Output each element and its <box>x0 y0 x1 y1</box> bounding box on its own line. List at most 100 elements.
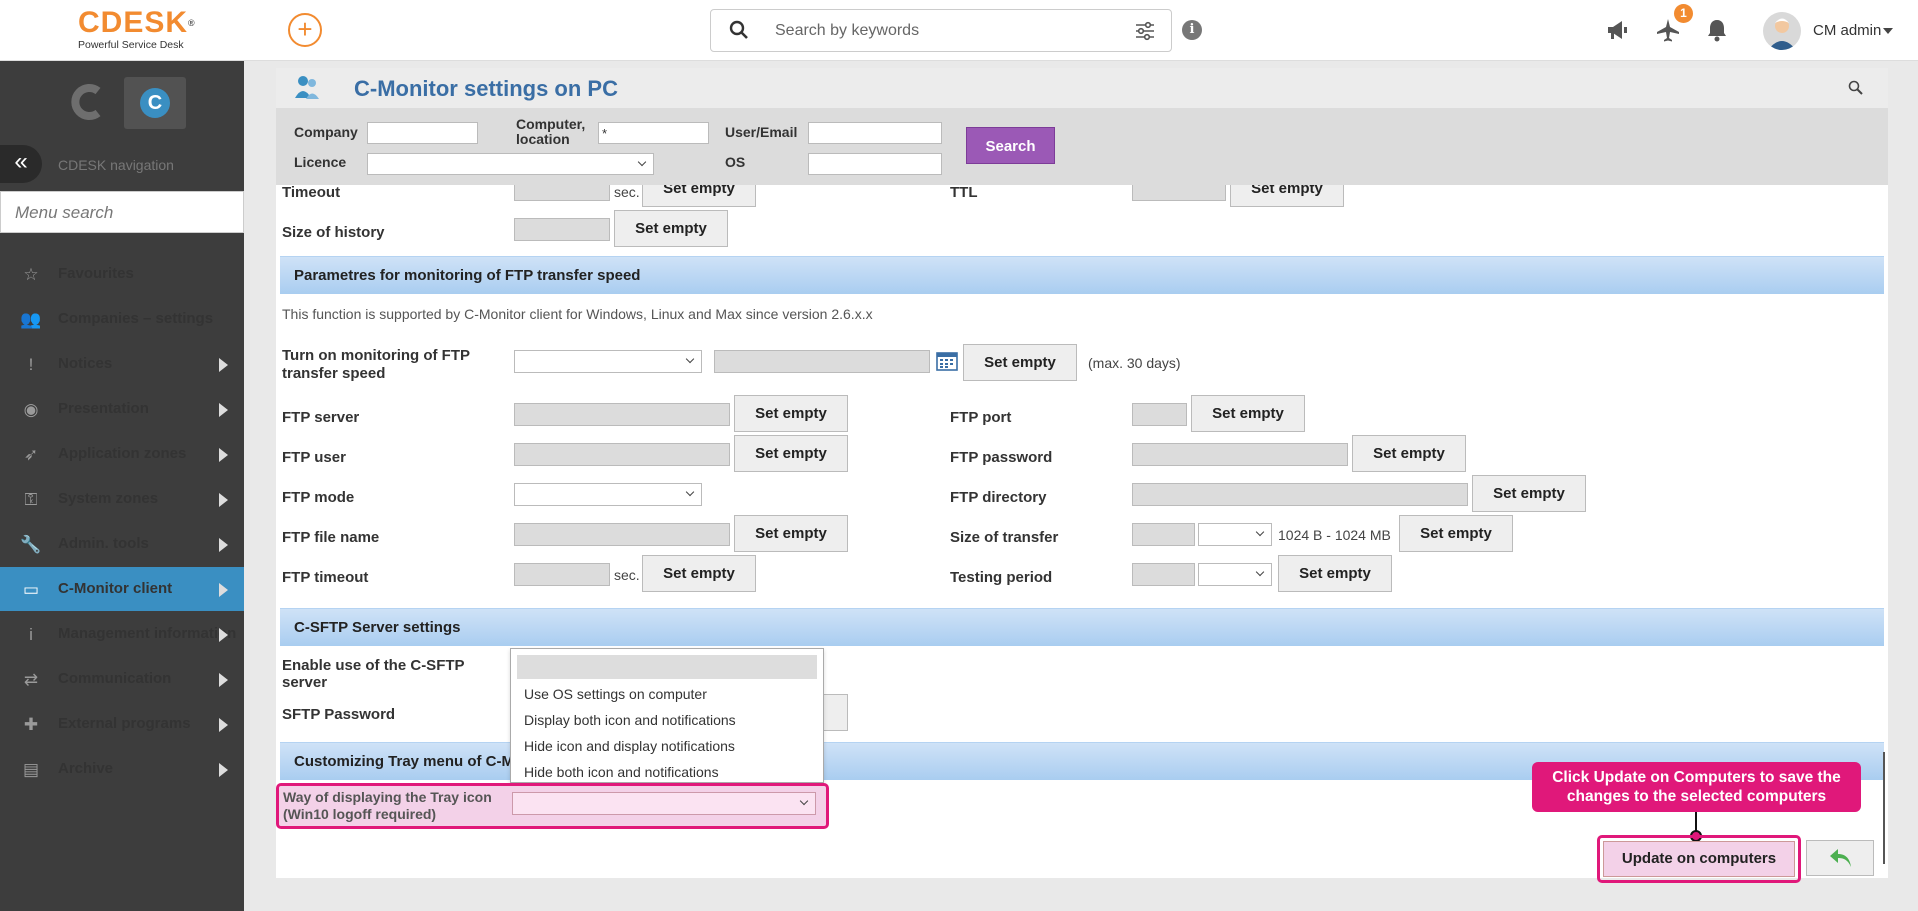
ftp-mode-select[interactable] <box>514 483 702 506</box>
chevron-down-icon <box>685 354 695 364</box>
sidebar-item[interactable]: ⚿ System zones <box>0 477 244 521</box>
sidebar-item-label: Favourites <box>58 265 134 282</box>
ftp-user-set-empty-button[interactable]: Set empty <box>734 435 848 472</box>
chevron-down-icon[interactable] <box>1883 28 1893 34</box>
ftp-timeout-set-empty-button[interactable]: Set empty <box>642 555 756 592</box>
ftp-user-input[interactable] <box>514 443 730 466</box>
chevron-right-icon <box>219 403 228 417</box>
sidebar-item[interactable]: ⇄ Communication <box>0 657 244 701</box>
calendar-icon[interactable] <box>936 351 958 371</box>
megaphone-icon[interactable] <box>1605 17 1631 43</box>
testing-period-input[interactable] <box>1132 563 1195 586</box>
dropdown-option-empty[interactable] <box>517 655 817 679</box>
sidebar-item[interactable]: i Management information <box>0 612 244 656</box>
dropdown-option[interactable]: Display both icon and notifications <box>524 712 736 728</box>
sidebar-item[interactable]: ☆ Favourites <box>0 252 244 296</box>
ftp-password-input[interactable] <box>1132 443 1348 466</box>
testing-period-label: Testing period <box>950 569 1053 586</box>
testing-period-set-empty-button[interactable]: Set empty <box>1278 555 1392 592</box>
ftp-timeout-input[interactable] <box>514 563 610 586</box>
chevron-right-icon <box>219 628 228 642</box>
sidebar-item[interactable]: ! Notices <box>0 342 244 386</box>
dropdown-option[interactable]: Use OS settings on computer <box>524 686 707 702</box>
global-search-input[interactable]: Search by keywords <box>710 9 1172 52</box>
size-unit-select[interactable] <box>1198 523 1272 546</box>
menu-search-input[interactable]: Menu search <box>0 191 244 233</box>
sidebar-item-label: C-Monitor client <box>58 580 173 597</box>
avatar[interactable] <box>1763 12 1801 50</box>
company-label: Company <box>294 124 358 140</box>
ttl-input[interactable] <box>1132 185 1226 201</box>
c-logo-gray-icon[interactable] <box>66 79 112 125</box>
tray-label-line2: (Win10 logoff required) <box>283 806 437 822</box>
os-input[interactable] <box>808 153 942 175</box>
computer-input[interactable]: * <box>598 122 709 144</box>
ftp-port-input[interactable] <box>1132 403 1187 426</box>
ftp-file-name-label: FTP file name <box>282 529 380 546</box>
ftp-password-set-empty-button[interactable]: Set empty <box>1352 435 1466 472</box>
ftp-directory-input[interactable] <box>1132 483 1468 506</box>
history-input[interactable] <box>514 218 610 241</box>
info-icon[interactable]: i <box>1182 20 1202 40</box>
sftp-section-header: C-SFTP Server settings <box>280 608 1884 646</box>
dropdown-option[interactable]: Hide both icon and notifications <box>524 764 719 780</box>
back-button[interactable] <box>1806 840 1874 876</box>
logo-reg: ® <box>188 18 196 28</box>
tray-label-line1: Way of displaying the Tray icon <box>283 789 492 805</box>
undo-arrow-icon <box>1830 849 1851 867</box>
timeout-input[interactable] <box>514 185 610 201</box>
dropdown-option[interactable]: Hide icon and display notifications <box>524 738 735 754</box>
filter-settings-icon[interactable] <box>1135 21 1155 41</box>
ftp-password-label: FTP password <box>950 449 1053 466</box>
chevron-down-icon <box>685 487 695 497</box>
ftp-file-name-input[interactable] <box>514 523 730 546</box>
c-monitor-logo[interactable]: C <box>124 77 186 129</box>
licence-select[interactable] <box>367 153 654 175</box>
ttl-set-empty-button[interactable]: Set empty <box>1230 185 1344 207</box>
user-email-input[interactable] <box>808 122 942 144</box>
company-input[interactable] <box>367 122 478 144</box>
sidebar-item-label: External programs <box>58 715 191 732</box>
monitoring-date-input[interactable] <box>714 350 930 373</box>
ftp-directory-set-empty-button[interactable]: Set empty <box>1472 475 1586 512</box>
history-set-empty-button[interactable]: Set empty <box>614 210 728 247</box>
user-name[interactable]: CM admin <box>1813 22 1881 39</box>
sidebar-item[interactable]: ➶ Application zones <box>0 432 244 476</box>
wrench-icon: 🔧 <box>20 535 42 554</box>
ftp-file-name-set-empty-button[interactable]: Set empty <box>734 515 848 552</box>
chevron-down-icon <box>1255 567 1265 577</box>
sidebar-item[interactable]: 👥 Companies – settings <box>0 297 244 341</box>
sidebar-item[interactable]: ✚ External programs <box>0 702 244 746</box>
testing-period-unit-select[interactable] <box>1198 563 1272 586</box>
chevron-down-icon <box>1255 527 1265 537</box>
turn-on-monitoring-select[interactable] <box>514 350 702 373</box>
chevron-right-icon <box>219 358 228 372</box>
ftp-server-input[interactable] <box>514 403 730 426</box>
bell-icon[interactable] <box>1704 17 1730 43</box>
cdesk-logo[interactable]: CDESK® Powerful Service Desk <box>78 6 198 52</box>
ftp-server-set-empty-button[interactable]: Set empty <box>734 395 848 432</box>
timeout-set-empty-button[interactable]: Set empty <box>642 185 756 207</box>
update-on-computers-button[interactable]: Update on computers <box>1603 841 1795 877</box>
licence-label: Licence <box>294 154 347 170</box>
size-range-note: 1024 B - 1024 MB <box>1278 527 1391 543</box>
tray-icon-select[interactable] <box>512 792 816 815</box>
size-of-transfer-input[interactable] <box>1132 523 1195 546</box>
logo-text: CDESK <box>78 6 189 39</box>
chevron-right-icon <box>219 538 228 552</box>
add-button[interactable]: + <box>288 13 322 47</box>
timeout-label: Timeout <box>282 185 341 201</box>
collapse-sidebar-button[interactable]: « <box>0 145 42 183</box>
sidebar-item[interactable]: 🔧 Admin. tools <box>0 522 244 566</box>
search-button[interactable]: Search <box>966 127 1055 164</box>
sidebar-item[interactable]: ▭ C-Monitor client <box>0 567 244 611</box>
sidebar-item[interactable]: ▤ Archive <box>0 747 244 791</box>
search-icon[interactable] <box>1848 80 1864 96</box>
ftp-port-set-empty-button[interactable]: Set empty <box>1191 395 1305 432</box>
scroll-divider <box>1883 752 1885 864</box>
monitoring-set-empty-button[interactable]: Set empty <box>963 344 1077 381</box>
size-set-empty-button[interactable]: Set empty <box>1399 515 1513 552</box>
sidebar-item[interactable]: ◉ Presentation <box>0 387 244 431</box>
ftp-mode-label: FTP mode <box>282 489 355 506</box>
update-highlight: Update on computers <box>1597 835 1801 883</box>
